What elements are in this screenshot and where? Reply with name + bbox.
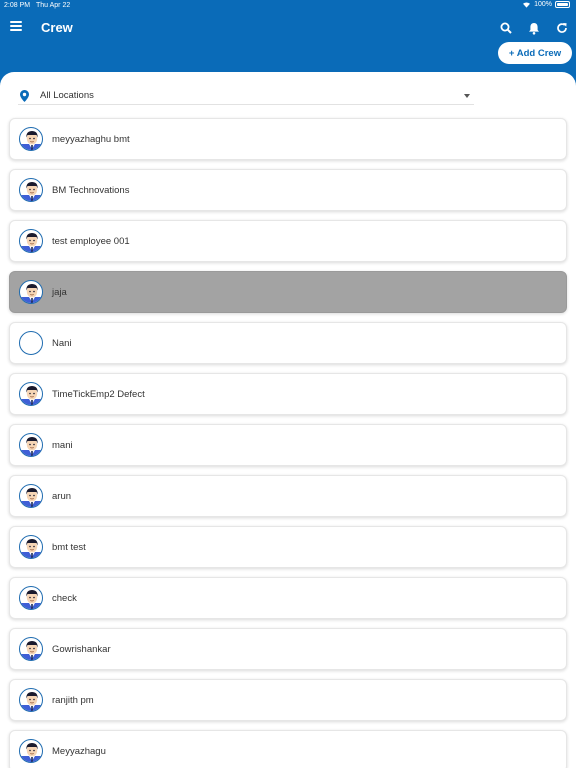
crew-name: arun [52, 491, 72, 502]
avatar [19, 127, 43, 151]
crew-list-item[interactable]: mani [9, 424, 567, 466]
crew-name: mani [52, 440, 73, 451]
crew-name: TimeTickEmp2 Defect [52, 389, 145, 400]
crew-name: Meyyazhagu [52, 746, 106, 757]
crew-list-item[interactable]: ranjith pm [9, 679, 567, 721]
wifi-icon [523, 2, 531, 8]
crew-panel: All Locations meyyazhaghu bmt BM Technova… [0, 72, 576, 768]
crew-name: test employee 001 [52, 236, 130, 247]
crew-name: jaja [52, 287, 67, 298]
crew-list-item[interactable]: Gowrishankar [9, 628, 567, 670]
status-bar: 2:08 PM Thu Apr 22 100% [0, 0, 576, 12]
location-pin-icon [20, 90, 29, 102]
refresh-icon[interactable] [552, 18, 572, 38]
status-right: 100% [522, 1, 570, 8]
crew-list-item[interactable]: arun [9, 475, 567, 517]
avatar [19, 637, 43, 661]
avatar [19, 739, 43, 763]
avatar [19, 484, 43, 508]
crew-list-item[interactable]: meyyazhaghu bmt [9, 118, 567, 160]
crew-name: ranjith pm [52, 695, 94, 706]
avatar [19, 382, 43, 406]
crew-name: bmt test [52, 542, 86, 553]
page-title: Crew [41, 20, 73, 35]
crew-name: check [52, 593, 77, 604]
crew-list-item[interactable]: bmt test [9, 526, 567, 568]
crew-list-item[interactable]: Meyyazhagu [9, 730, 567, 768]
crew-name: Nani [52, 338, 72, 349]
avatar [19, 229, 43, 253]
crew-list: meyyazhaghu bmt BM Technovations test empl… [9, 118, 567, 768]
crew-list-item[interactable]: check [9, 577, 567, 619]
bell-icon[interactable] [524, 18, 544, 38]
crew-name: Gowrishankar [52, 644, 111, 655]
add-crew-button[interactable]: + Add Crew [498, 42, 572, 64]
avatar [19, 178, 43, 202]
status-time: 2:08 PM [4, 2, 31, 9]
crew-name: BM Technovations [52, 185, 130, 196]
menu-icon[interactable] [10, 21, 22, 31]
status-date: Thu Apr 22 [36, 2, 71, 9]
battery-percent: 100% [534, 1, 552, 8]
avatar [19, 535, 43, 559]
avatar [19, 280, 43, 304]
avatar [19, 586, 43, 610]
crew-list-item[interactable]: jaja [9, 271, 567, 313]
app-bar: Crew [0, 12, 576, 44]
location-filter[interactable]: All Locations [18, 85, 474, 105]
crew-list-item[interactable]: TimeTickEmp2 Defect [9, 373, 567, 415]
avatar [19, 688, 43, 712]
battery-icon [555, 1, 570, 8]
crew-list-item[interactable]: test employee 001 [9, 220, 567, 262]
location-filter-value: All Locations [40, 90, 94, 101]
search-icon[interactable] [496, 18, 516, 38]
crew-list-item[interactable]: BM Technovations [9, 169, 567, 211]
crew-name: meyyazhaghu bmt [52, 134, 130, 145]
avatar [19, 433, 43, 457]
crew-list-item[interactable]: Nani [9, 322, 567, 364]
chevron-down-icon [464, 94, 470, 98]
avatar-placeholder [19, 331, 43, 355]
